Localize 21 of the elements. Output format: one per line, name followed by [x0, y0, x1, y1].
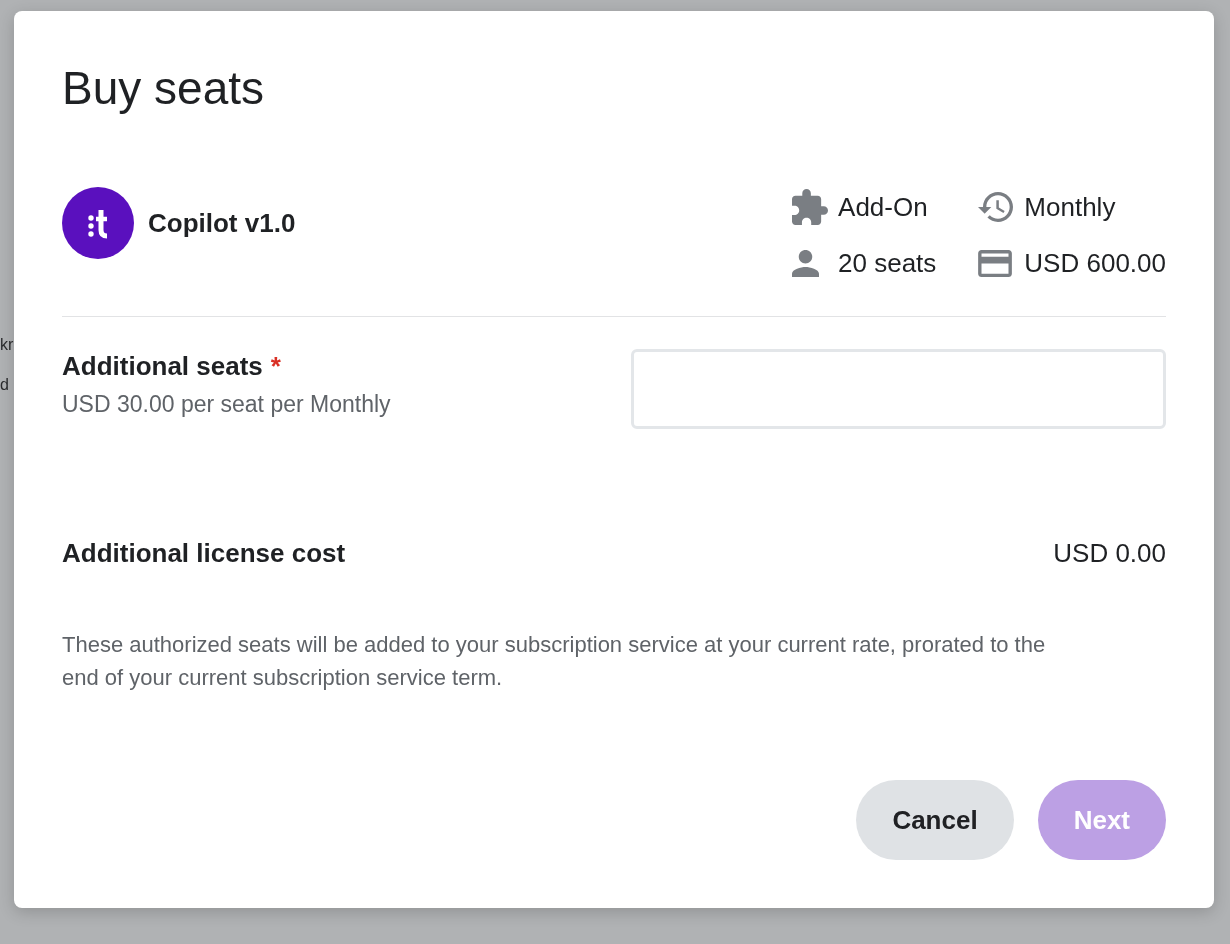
- credit-card-icon: [978, 249, 1013, 277]
- meta-text: Monthly: [1024, 191, 1116, 224]
- input-field[interactable]: [631, 349, 1166, 429]
- background-text: d: [0, 375, 10, 395]
- product-name: Copilot v1.0: [148, 207, 296, 239]
- app-logo-icon: [62, 187, 134, 259]
- background-text: kr: [0, 335, 14, 355]
- info-text: These authorized seats will be added to your subscription service at your current rate, prorated to the end of your current subscription service term.: [62, 631, 1047, 692]
- meta-text: 20 seats: [838, 247, 937, 280]
- required-mark: *: [270, 350, 281, 383]
- puzzle-piece-icon: [792, 189, 829, 225]
- field-label: Additional seats: [62, 350, 263, 383]
- meta-text: USD 600.00: [1024, 247, 1166, 280]
- cost-value: USD 0.00: [1053, 537, 1166, 570]
- dialog-title: Buy seats: [62, 61, 264, 116]
- cancel-button[interactable]: Cancel: [856, 780, 1014, 860]
- history-clock-icon: [978, 192, 1014, 222]
- price-hint: USD 30.00 per seat per Monthly: [62, 390, 391, 419]
- cost-label: Additional license cost: [62, 537, 346, 570]
- person-icon: [792, 249, 820, 277]
- meta-text: Add-On: [838, 191, 928, 224]
